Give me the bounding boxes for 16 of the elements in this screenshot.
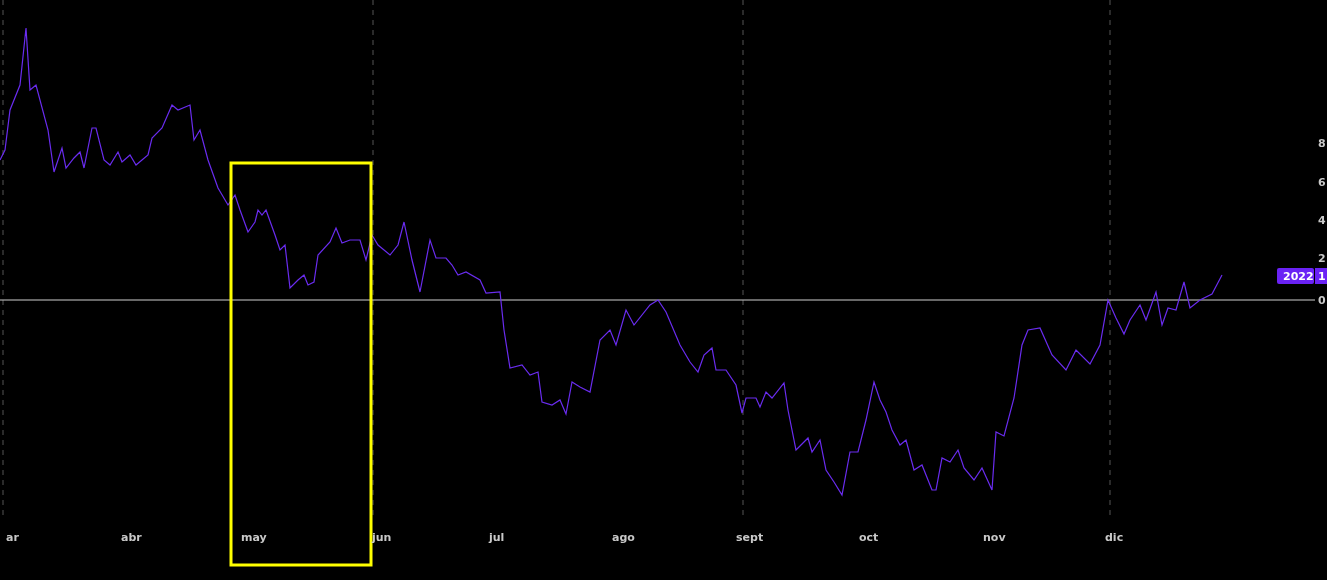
y-axis-label: 6: [1318, 176, 1326, 189]
value-tag: 1: [1315, 268, 1327, 284]
x-axis-label: may: [241, 531, 267, 544]
x-axis-label: nov: [983, 531, 1006, 544]
series-tag: 2022: [1277, 268, 1314, 284]
x-axis-label: sept: [736, 531, 764, 544]
y-axis-label: 4: [1318, 214, 1326, 227]
x-axis-label: oct: [859, 531, 879, 544]
x-axis-label: abr: [121, 531, 142, 544]
x-axis-label: ar: [6, 531, 19, 544]
y-axis-label: 8: [1318, 137, 1326, 150]
y-axis-label: 0: [1318, 294, 1326, 307]
x-axis-label: dic: [1105, 531, 1124, 544]
x-axis-label: ago: [612, 531, 635, 544]
y-axis-label: 2: [1318, 252, 1326, 265]
x-axis-label: jul: [489, 531, 505, 544]
